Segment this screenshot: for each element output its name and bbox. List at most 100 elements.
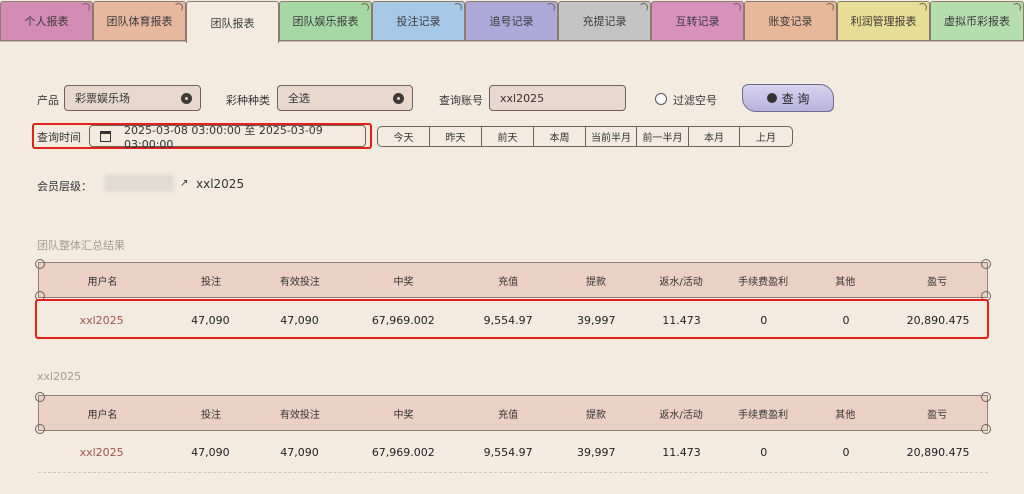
- tab-label: 投注记录: [396, 15, 441, 28]
- header-corner-ornament: [981, 392, 991, 402]
- cell-other: 0: [842, 445, 850, 459]
- tab-corner-ornament: [825, 3, 834, 12]
- tab-label: 追号记录: [489, 15, 534, 28]
- col-profit-loss: 盈亏: [927, 276, 948, 288]
- query-button[interactable]: 查 询: [742, 84, 834, 112]
- tab-profit-management-report[interactable]: 利润管理报表: [837, 1, 930, 41]
- tab-team-entertainment-report[interactable]: 团队娱乐报表: [279, 1, 372, 41]
- row-divider: [38, 472, 988, 473]
- tab-corner-ornament: [918, 3, 927, 12]
- time-range-value: 2025-03-08 03:00:00 至 2025-03-09 03:00:0…: [124, 123, 323, 151]
- cell-rebate: 11.473: [662, 313, 701, 327]
- tab-corner-ornament: [546, 3, 555, 12]
- path-arrow-icon: ↗: [180, 178, 189, 189]
- time-range-input[interactable]: 2025-03-08 03:00:00 至 2025-03-09 03:00:0…: [89, 124, 366, 151]
- tab-crypto-lottery-report[interactable]: 虚拟币彩报表: [930, 1, 1024, 41]
- col-profit-loss: 盈亏: [927, 409, 948, 421]
- tab-label: 团队报表: [210, 16, 255, 30]
- header-corner-ornament: [35, 424, 45, 434]
- cell-other: 0: [842, 313, 850, 327]
- product-label: 产品: [37, 94, 59, 107]
- filter-empty-label: 过滤空号: [673, 94, 717, 107]
- col-rebate: 返水/活动: [659, 409, 703, 421]
- detail-title: xxl2025: [37, 370, 82, 383]
- quick-range-current-half-month[interactable]: 当前半月: [586, 127, 637, 146]
- tab-chase-records[interactable]: 追号记录: [465, 1, 558, 41]
- tab-corner-ornament: [453, 3, 462, 12]
- col-username: 用户名: [87, 276, 118, 288]
- member-path-current[interactable]: xxl2025: [196, 177, 244, 191]
- tab-team-report[interactable]: 团队报表: [186, 1, 279, 43]
- tab-label: 利润管理报表: [850, 15, 917, 28]
- tab-personal-report[interactable]: 个人报表: [0, 1, 93, 41]
- col-withdraw: 提款: [586, 409, 607, 421]
- col-valid-bet: 有效投注: [279, 409, 320, 421]
- tab-corner-ornament: [1012, 3, 1021, 12]
- detail-table-header: 用户名 投注 有效投注 中奖 充值 提款 返水/活动 手续费盈利 其他 盈亏: [35, 392, 991, 434]
- tab-label: 互转记录: [675, 15, 720, 28]
- product-select[interactable]: 彩票娱乐场: [64, 85, 201, 111]
- col-deposit: 充值: [498, 409, 519, 421]
- cell-username[interactable]: xxl2025: [38, 314, 165, 327]
- quick-range-today[interactable]: 今天: [378, 127, 430, 146]
- cell-bet: 47,090: [191, 313, 230, 327]
- col-username: 用户名: [87, 409, 118, 421]
- header-corner-ornament: [35, 392, 45, 402]
- cell-win: 67,969.002: [371, 313, 435, 327]
- lottery-type-select[interactable]: 全选: [277, 85, 413, 111]
- col-rebate: 返水/活动: [659, 276, 703, 288]
- cell-win: 67,969.002: [371, 445, 435, 459]
- cell-profit-loss: 20,890.475: [906, 445, 970, 459]
- cell-withdraw: 39,997: [577, 313, 616, 327]
- cell-withdraw: 39,997: [577, 445, 616, 459]
- cell-profit-loss: 20,890.475: [906, 313, 970, 327]
- tab-corner-ornament: [174, 3, 183, 12]
- tab-label: 虚拟币彩报表: [944, 15, 1010, 28]
- dropdown-icon: [181, 93, 192, 104]
- cell-rebate: 11.473: [662, 445, 701, 459]
- tab-label: 团队体育报表: [106, 15, 173, 28]
- col-other: 其他: [835, 276, 856, 288]
- tab-transfer-records[interactable]: 互转记录: [651, 1, 744, 41]
- quick-range-this-month[interactable]: 本月: [689, 127, 740, 146]
- table-row: xxl2025 47,090 47,090 67,969.002 9,554.9…: [38, 434, 988, 470]
- cell-valid-bet: 47,090: [280, 445, 319, 459]
- quick-range-group: 今天 昨天 前天 本周 当前半月 前一半月 本月 上月: [377, 126, 793, 147]
- col-other: 其他: [835, 409, 856, 421]
- quick-range-last-month[interactable]: 上月: [740, 127, 792, 146]
- header-corner-ornament: [981, 424, 991, 434]
- col-withdraw: 提款: [586, 276, 607, 288]
- tab-deposit-withdraw-records[interactable]: 充提记录: [558, 1, 651, 41]
- tab-corner-ornament: [81, 3, 90, 12]
- cell-fee-profit: 0: [760, 313, 768, 327]
- col-fee-profit: 手续费盈利: [738, 276, 789, 288]
- col-deposit: 充值: [498, 276, 519, 288]
- lottery-type-select-value: 全选: [288, 92, 310, 105]
- tab-corner-ornament: [732, 3, 741, 12]
- summary-table-header: 用户名 投注 有效投注 中奖 充值 提款 返水/活动 手续费盈利 其他 盈亏: [35, 259, 991, 301]
- quick-range-previous-half-month[interactable]: 前一半月: [637, 127, 689, 146]
- tab-corner-ornament: [639, 3, 648, 12]
- cell-username[interactable]: xxl2025: [38, 446, 165, 459]
- summary-title: 团队整体汇总结果: [37, 239, 125, 252]
- tab-account-change-records[interactable]: 账变记录: [744, 1, 837, 41]
- tab-label: 个人报表: [24, 15, 69, 28]
- search-icon: [766, 93, 777, 103]
- account-input[interactable]: xxl2025: [489, 85, 626, 111]
- quick-range-day-before[interactable]: 前天: [482, 127, 534, 146]
- col-bet: 投注: [201, 276, 221, 288]
- tab-team-sports-report[interactable]: 团队体育报表: [93, 1, 186, 41]
- lottery-type-label: 彩种种类: [226, 94, 270, 107]
- col-win: 中奖: [393, 409, 414, 421]
- col-valid-bet: 有效投注: [279, 276, 320, 288]
- calendar-icon: [100, 131, 111, 142]
- report-tabs: 个人报表 团队体育报表 团队报表 团队娱乐报表 投注记录 追号记录 充提记录 互…: [0, 0, 1024, 43]
- quick-range-this-week[interactable]: 本周: [534, 127, 586, 146]
- product-select-value: 彩票娱乐场: [75, 92, 130, 105]
- cell-bet: 47,090: [191, 445, 230, 459]
- member-path-redacted: [104, 174, 174, 192]
- quick-range-yesterday[interactable]: 昨天: [430, 127, 482, 146]
- tab-bet-records[interactable]: 投注记录: [372, 1, 465, 41]
- filter-empty-radio[interactable]: [655, 93, 667, 105]
- tab-label: 充提记录: [582, 15, 627, 28]
